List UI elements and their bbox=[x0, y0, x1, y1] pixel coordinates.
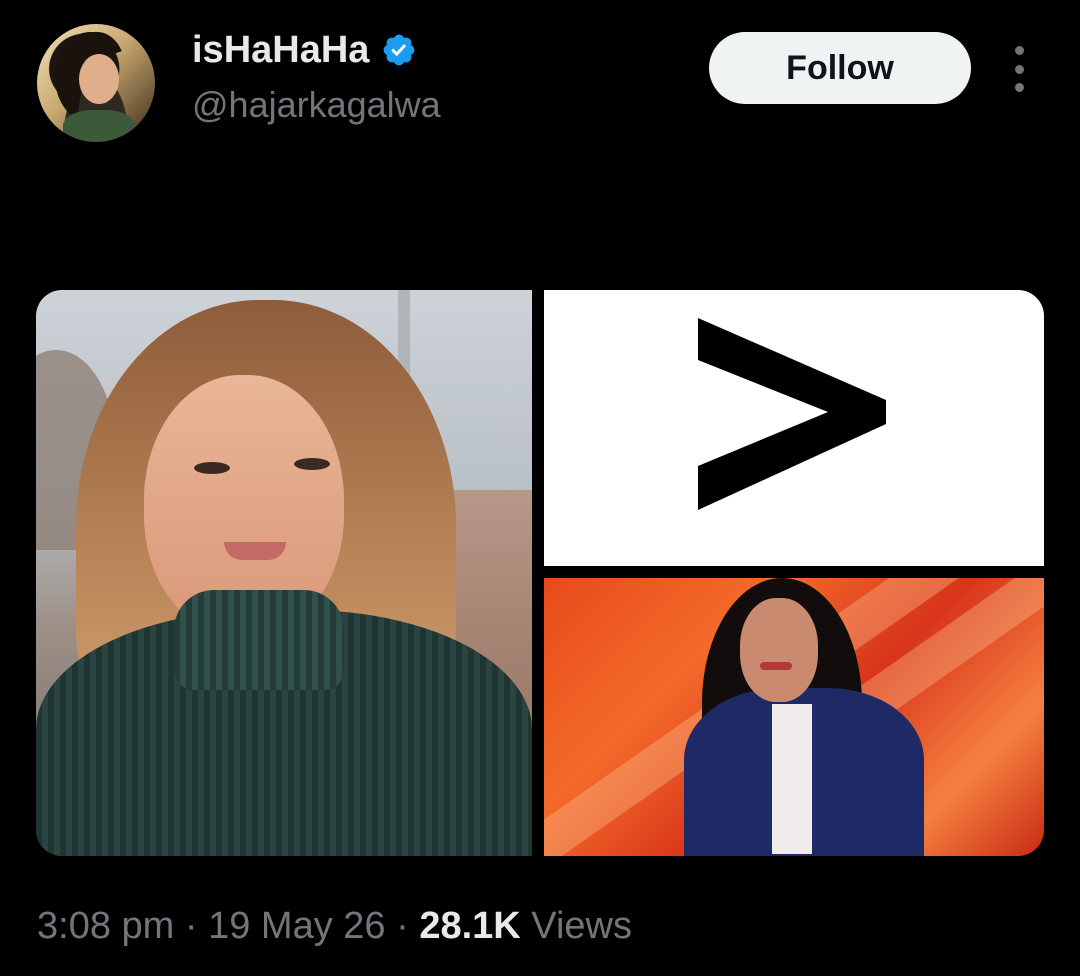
tweet-meta: 3:08 pm · 19 May 26 · 28.1K Views bbox=[37, 902, 632, 950]
user-name-row[interactable]: isHaHaHa bbox=[192, 26, 417, 74]
photo-eye-left bbox=[194, 462, 230, 474]
media-photo-news-anchor[interactable] bbox=[544, 578, 1044, 856]
user-avatar[interactable] bbox=[37, 24, 155, 142]
views-label: Views bbox=[531, 905, 632, 947]
meta-separator: · bbox=[174, 905, 209, 947]
avatar-clothing bbox=[63, 110, 135, 142]
media-grid bbox=[36, 290, 1044, 856]
photo-eye-right bbox=[294, 458, 330, 470]
media-greater-than-panel[interactable] bbox=[544, 290, 1044, 566]
photo-anchor-blouse bbox=[772, 704, 812, 854]
tweet-time[interactable]: 3:08 pm bbox=[37, 905, 174, 947]
photo-anchor-face bbox=[740, 598, 818, 702]
more-options-icon[interactable] bbox=[1004, 46, 1034, 92]
avatar-face bbox=[79, 54, 119, 104]
greater-than-symbol bbox=[698, 318, 886, 510]
tweet: isHaHaHa @hajarkagalwa Follow 3:08 pm · … bbox=[0, 0, 1080, 976]
photo-sweater-collar bbox=[174, 590, 344, 690]
user-handle[interactable]: @hajarkagalwa bbox=[192, 82, 441, 128]
views-count[interactable]: 28.1K bbox=[419, 905, 520, 947]
photo-mouth bbox=[224, 542, 286, 560]
tweet-date[interactable]: 19 May 26 bbox=[208, 905, 385, 947]
display-name[interactable]: isHaHaHa bbox=[192, 26, 369, 74]
verified-badge-icon[interactable] bbox=[381, 32, 417, 68]
media-photo-woman-sweater[interactable] bbox=[36, 290, 532, 856]
meta-separator: · bbox=[385, 905, 420, 947]
photo-anchor-lips bbox=[760, 662, 792, 670]
follow-button[interactable]: Follow bbox=[709, 32, 971, 104]
